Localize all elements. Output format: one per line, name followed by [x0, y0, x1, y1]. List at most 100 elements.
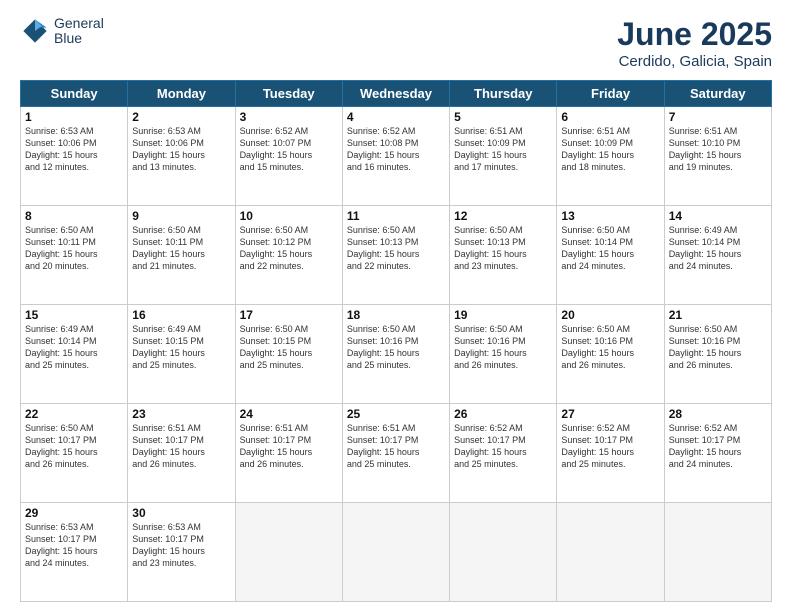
- table-row: 14Sunrise: 6:49 AMSunset: 10:14 PMDaylig…: [664, 206, 771, 305]
- table-row: 6Sunrise: 6:51 AMSunset: 10:09 PMDayligh…: [557, 107, 664, 206]
- table-row: 12Sunrise: 6:50 AMSunset: 10:13 PMDaylig…: [450, 206, 557, 305]
- table-row: 22Sunrise: 6:50 AMSunset: 10:17 PMDaylig…: [21, 404, 128, 503]
- calendar-week-row: 1Sunrise: 6:53 AMSunset: 10:06 PMDayligh…: [21, 107, 772, 206]
- col-saturday: Saturday: [664, 81, 771, 107]
- day-number: 5: [454, 110, 552, 124]
- day-number: 11: [347, 209, 445, 223]
- day-info: Sunrise: 6:50 AMSunset: 10:16 PMDaylight…: [347, 323, 445, 372]
- table-row: 23Sunrise: 6:51 AMSunset: 10:17 PMDaylig…: [128, 404, 235, 503]
- calendar-week-row: 22Sunrise: 6:50 AMSunset: 10:17 PMDaylig…: [21, 404, 772, 503]
- day-info: Sunrise: 6:52 AMSunset: 10:08 PMDaylight…: [347, 125, 445, 174]
- day-info: Sunrise: 6:49 AMSunset: 10:15 PMDaylight…: [132, 323, 230, 372]
- table-row: 27Sunrise: 6:52 AMSunset: 10:17 PMDaylig…: [557, 404, 664, 503]
- day-info: Sunrise: 6:51 AMSunset: 10:17 PMDaylight…: [347, 422, 445, 471]
- day-info: Sunrise: 6:50 AMSunset: 10:16 PMDaylight…: [669, 323, 767, 372]
- table-row: 16Sunrise: 6:49 AMSunset: 10:15 PMDaylig…: [128, 305, 235, 404]
- col-wednesday: Wednesday: [342, 81, 449, 107]
- table-row: 21Sunrise: 6:50 AMSunset: 10:16 PMDaylig…: [664, 305, 771, 404]
- day-info: Sunrise: 6:50 AMSunset: 10:13 PMDaylight…: [454, 224, 552, 273]
- day-number: 25: [347, 407, 445, 421]
- page: General Blue June 2025 Cerdido, Galicia,…: [0, 0, 792, 612]
- col-tuesday: Tuesday: [235, 81, 342, 107]
- header-row: Sunday Monday Tuesday Wednesday Thursday…: [21, 81, 772, 107]
- table-row: 4Sunrise: 6:52 AMSunset: 10:08 PMDayligh…: [342, 107, 449, 206]
- day-info: Sunrise: 6:50 AMSunset: 10:17 PMDaylight…: [25, 422, 123, 471]
- table-row: 11Sunrise: 6:50 AMSunset: 10:13 PMDaylig…: [342, 206, 449, 305]
- day-info: Sunrise: 6:52 AMSunset: 10:17 PMDaylight…: [561, 422, 659, 471]
- table-row: 25Sunrise: 6:51 AMSunset: 10:17 PMDaylig…: [342, 404, 449, 503]
- col-thursday: Thursday: [450, 81, 557, 107]
- day-info: Sunrise: 6:51 AMSunset: 10:17 PMDaylight…: [240, 422, 338, 471]
- table-row: 19Sunrise: 6:50 AMSunset: 10:16 PMDaylig…: [450, 305, 557, 404]
- table-row: 5Sunrise: 6:51 AMSunset: 10:09 PMDayligh…: [450, 107, 557, 206]
- header: General Blue June 2025 Cerdido, Galicia,…: [20, 16, 772, 70]
- table-row: 24Sunrise: 6:51 AMSunset: 10:17 PMDaylig…: [235, 404, 342, 503]
- day-info: Sunrise: 6:50 AMSunset: 10:15 PMDaylight…: [240, 323, 338, 372]
- day-number: 10: [240, 209, 338, 223]
- col-sunday: Sunday: [21, 81, 128, 107]
- logo-line2: Blue: [54, 31, 104, 46]
- table-row: [342, 503, 449, 602]
- day-number: 21: [669, 308, 767, 322]
- col-monday: Monday: [128, 81, 235, 107]
- day-number: 3: [240, 110, 338, 124]
- table-row: 8Sunrise: 6:50 AMSunset: 10:11 PMDayligh…: [21, 206, 128, 305]
- day-info: Sunrise: 6:52 AMSunset: 10:17 PMDaylight…: [454, 422, 552, 471]
- day-number: 6: [561, 110, 659, 124]
- day-info: Sunrise: 6:52 AMSunset: 10:17 PMDaylight…: [669, 422, 767, 471]
- day-info: Sunrise: 6:50 AMSunset: 10:16 PMDaylight…: [454, 323, 552, 372]
- day-number: 14: [669, 209, 767, 223]
- calendar-week-row: 8Sunrise: 6:50 AMSunset: 10:11 PMDayligh…: [21, 206, 772, 305]
- day-info: Sunrise: 6:50 AMSunset: 10:12 PMDaylight…: [240, 224, 338, 273]
- day-number: 17: [240, 308, 338, 322]
- day-number: 19: [454, 308, 552, 322]
- day-number: 27: [561, 407, 659, 421]
- calendar-title: June 2025: [617, 16, 772, 53]
- day-number: 22: [25, 407, 123, 421]
- day-number: 28: [669, 407, 767, 421]
- day-number: 2: [132, 110, 230, 124]
- day-info: Sunrise: 6:51 AMSunset: 10:09 PMDaylight…: [561, 125, 659, 174]
- calendar-week-row: 29 Sunrise: 6:53 AMSunset: 10:17 PMDaylig…: [21, 503, 772, 602]
- table-row: 29Sunrise: 6:53 AMSunset: 10:17 PMDaylig…: [21, 503, 128, 602]
- table-row: [235, 503, 342, 602]
- day-info: Sunrise: 6:50 AMSunset: 10:11 PMDaylight…: [132, 224, 230, 273]
- table-row: [664, 503, 771, 602]
- table-row: 3Sunrise: 6:52 AMSunset: 10:07 PMDayligh…: [235, 107, 342, 206]
- table-row: 30Sunrise: 6:53 AMSunset: 10:17 PMDaylig…: [128, 503, 235, 602]
- calendar-subtitle: Cerdido, Galicia, Spain: [617, 53, 772, 70]
- logo: General Blue: [20, 16, 104, 47]
- day-number: 4: [347, 110, 445, 124]
- table-row: 2Sunrise: 6:53 AMSunset: 10:06 PMDayligh…: [128, 107, 235, 206]
- day-info: Sunrise: 6:50 AMSunset: 10:13 PMDaylight…: [347, 224, 445, 273]
- day-number: 18: [347, 308, 445, 322]
- day-number: 23: [132, 407, 230, 421]
- calendar-table: Sunday Monday Tuesday Wednesday Thursday…: [20, 80, 772, 602]
- table-row: 28Sunrise: 6:52 AMSunset: 10:17 PMDaylig…: [664, 404, 771, 503]
- day-info: Sunrise: 6:51 AMSunset: 10:17 PMDaylight…: [132, 422, 230, 471]
- table-row: [557, 503, 664, 602]
- table-row: 1Sunrise: 6:53 AMSunset: 10:06 PMDayligh…: [21, 107, 128, 206]
- day-info: Sunrise: 6:50 AMSunset: 10:11 PMDaylight…: [25, 224, 123, 273]
- table-row: 7Sunrise: 6:51 AMSunset: 10:10 PMDayligh…: [664, 107, 771, 206]
- day-info: Sunrise: 6:51 AMSunset: 10:09 PMDaylight…: [454, 125, 552, 174]
- day-number: 24: [240, 407, 338, 421]
- day-number: 16: [132, 308, 230, 322]
- table-row: 15Sunrise: 6:49 AMSunset: 10:14 PMDaylig…: [21, 305, 128, 404]
- logo-text: General Blue: [54, 16, 104, 47]
- col-friday: Friday: [557, 81, 664, 107]
- day-info: Sunrise: 6:53 AMSunset: 10:06 PMDaylight…: [132, 125, 230, 174]
- day-number: 7: [669, 110, 767, 124]
- day-number: 20: [561, 308, 659, 322]
- day-number: 29: [25, 506, 123, 520]
- logo-icon: [20, 16, 50, 46]
- day-number: 9: [132, 209, 230, 223]
- day-number: 12: [454, 209, 552, 223]
- title-block: June 2025 Cerdido, Galicia, Spain: [617, 16, 772, 70]
- day-number: 8: [25, 209, 123, 223]
- day-info: Sunrise: 6:53 AMSunset: 10:17 PMDaylight…: [132, 521, 230, 570]
- day-number: 30: [132, 506, 230, 520]
- table-row: 20Sunrise: 6:50 AMSunset: 10:16 PMDaylig…: [557, 305, 664, 404]
- logo-line1: General: [54, 16, 104, 31]
- table-row: 26Sunrise: 6:52 AMSunset: 10:17 PMDaylig…: [450, 404, 557, 503]
